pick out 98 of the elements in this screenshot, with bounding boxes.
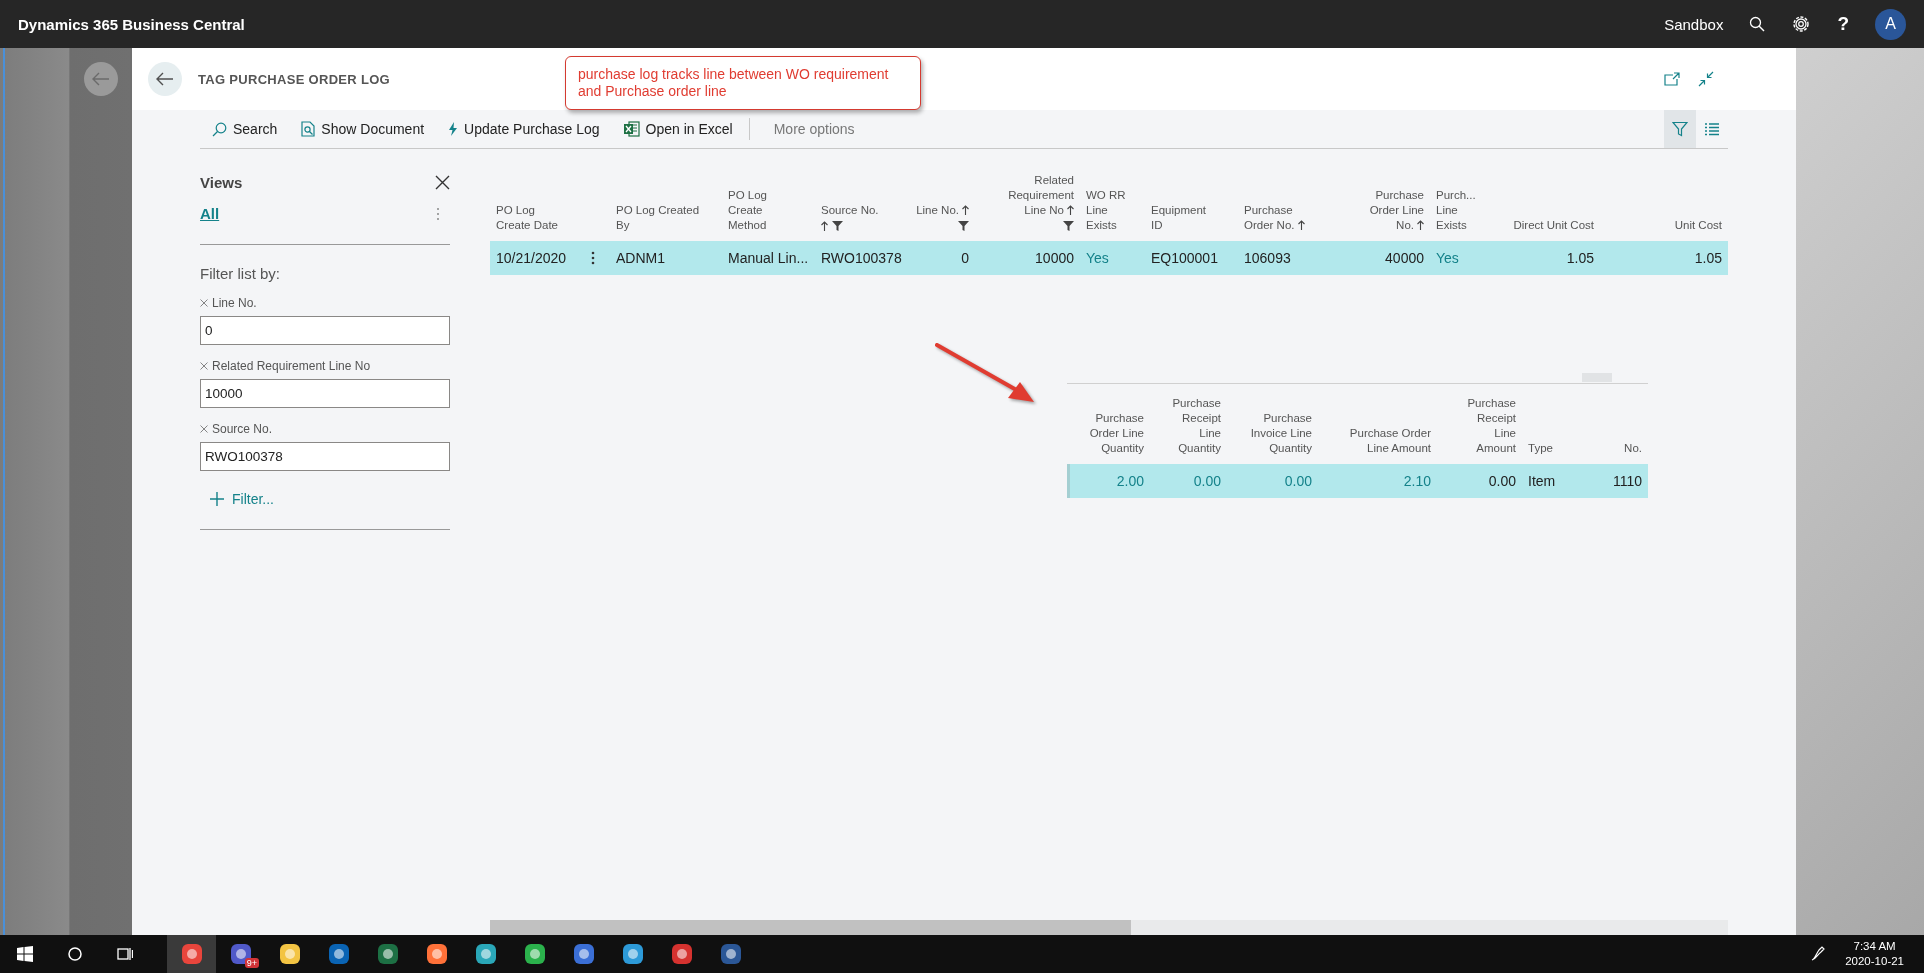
column-header[interactable]: Line No.	[905, 203, 975, 241]
document-search-icon	[301, 121, 316, 137]
column-header[interactable]: Purchase Order Line No.	[1335, 188, 1430, 241]
table-cell: ADNM1	[610, 241, 722, 275]
user-avatar[interactable]: A	[1875, 8, 1906, 40]
list-icon	[1704, 122, 1720, 136]
remove-filter-icon[interactable]	[200, 362, 208, 370]
views-heading: Views	[200, 173, 243, 191]
column-header[interactable]: PO Log Create Date	[490, 203, 585, 241]
filter-field[interactable]: RWO100378	[200, 442, 450, 471]
sort-ascending-icon	[1417, 220, 1424, 230]
more-options-button[interactable]: More options	[749, 110, 867, 148]
filter-pane-toggle[interactable]	[1664, 110, 1696, 148]
column-header[interactable]: WO RR Line Exists	[1080, 188, 1145, 241]
table-cell: Yes	[1430, 241, 1495, 275]
column-header[interactable]: Purch... Line Exists	[1430, 188, 1495, 241]
page-title: TAG PURCHASE ORDER LOG	[198, 71, 390, 87]
search-icon	[212, 121, 227, 137]
table-cell: 0.00	[1150, 464, 1227, 498]
filter-label: Related Requirement Line No	[212, 359, 371, 373]
sort-ascending-icon	[1297, 220, 1305, 230]
notification-badge: 9+	[244, 958, 259, 968]
back-button[interactable]	[148, 62, 182, 96]
table-cell: 40000	[1335, 241, 1430, 275]
annotation-callout: purchase log tracks line between WO requirement and Purchase order line	[565, 56, 921, 110]
column-header[interactable]: PO Log Created By	[610, 203, 722, 241]
column-header[interactable]: Purchase Order Line Quantity	[1067, 411, 1150, 464]
table-cell: Yes	[1080, 241, 1145, 275]
column-header[interactable]: Purchase Receipt Line Amount	[1437, 396, 1522, 464]
filter-icon	[832, 220, 843, 231]
windows-icon[interactable]	[17, 946, 33, 962]
sort-ascending-icon	[821, 220, 828, 231]
filter-icon	[958, 220, 969, 231]
filter-label: Line No.	[212, 296, 257, 310]
lightning-icon	[448, 122, 459, 136]
plus-icon	[210, 492, 224, 506]
search-icon[interactable]	[1749, 16, 1766, 32]
filter-field[interactable]: 0	[200, 316, 450, 345]
arrow-left-icon	[156, 72, 174, 86]
table-cell: 1110	[1575, 464, 1648, 498]
column-header[interactable]: Purchase Order No.	[1238, 203, 1335, 241]
column-header[interactable]: Source No.	[815, 203, 905, 241]
close-icon[interactable]	[435, 174, 450, 190]
table-cell: 1.05	[1495, 241, 1600, 275]
help-icon[interactable]: ?	[1837, 13, 1849, 35]
add-filter-button[interactable]: Filter...	[200, 491, 274, 507]
remove-filter-icon[interactable]	[200, 299, 208, 307]
table-cell: 0.00	[1437, 464, 1522, 498]
collapse-icon[interactable]	[1698, 71, 1714, 87]
column-header[interactable]: No.	[1575, 441, 1648, 464]
table-cell: Manual Lin...	[722, 241, 815, 275]
column-header[interactable]: Direct Unit Cost	[1495, 218, 1600, 241]
environment-name: Sandbox	[1664, 15, 1724, 33]
table-cell: EQ100001	[1145, 241, 1238, 275]
sort-ascending-icon	[962, 205, 969, 215]
open-new-window-icon[interactable]	[1664, 72, 1680, 86]
clock-time: 7:34 AM	[1853, 939, 1896, 954]
table-cell: 0.00	[1227, 464, 1318, 498]
spreadsheet-icon	[623, 121, 640, 137]
app-title: Dynamics 365 Business Central	[18, 15, 245, 33]
column-header[interactable]: Purchase Receipt Line Quantity	[1150, 396, 1227, 464]
table-cell: 2.00	[1067, 464, 1150, 498]
app-icon[interactable]	[473, 942, 498, 966]
filter-field[interactable]: 10000	[200, 379, 450, 408]
column-header[interactable]: PO Log Create Method	[722, 188, 815, 241]
settings-icon[interactable]	[1791, 14, 1812, 34]
row-menu-icon[interactable]	[591, 251, 595, 265]
clock-date: 2020-10-21	[1845, 954, 1904, 969]
action-button[interactable]: Search	[200, 110, 290, 148]
table-cell: 2.10	[1318, 464, 1437, 498]
table-cell: 10/21/2020	[490, 241, 585, 275]
column-header[interactable]: Equipment ID	[1145, 203, 1238, 241]
column-header[interactable]: Type	[1522, 441, 1575, 464]
column-header[interactable]: Unit Cost	[1600, 218, 1728, 241]
table-cell: 0	[905, 241, 975, 275]
filter-icon	[1672, 121, 1688, 137]
arrow-left-icon	[92, 72, 110, 86]
task-view-icon[interactable]	[117, 946, 133, 962]
table-cell: 10000	[975, 241, 1080, 275]
action-button[interactable]: Open in Excel	[611, 110, 745, 148]
table-cell: 106093	[1238, 241, 1335, 275]
filter-icon	[1063, 220, 1074, 231]
action-button[interactable]: Update Purchase Log	[436, 110, 612, 148]
column-header[interactable]: Related Requirement Line No	[975, 173, 1080, 241]
table-cell: Item	[1522, 464, 1575, 498]
remove-filter-icon[interactable]	[200, 425, 208, 433]
column-header[interactable]: Purchase Invoice Line Quantity	[1227, 411, 1318, 464]
filter-heading: Filter list by:	[200, 265, 281, 282]
app-icon[interactable]	[571, 942, 596, 966]
table-cell: 1.05	[1600, 241, 1728, 275]
view-link[interactable]: All	[200, 205, 220, 222]
action-button[interactable]: Show Document	[289, 110, 437, 148]
table-cell: RWO100378	[815, 241, 905, 275]
horizontal-scrollbar[interactable]	[490, 920, 1728, 935]
search-icon[interactable]	[67, 946, 83, 962]
column-header[interactable]: Purchase Order Line Amount	[1318, 426, 1437, 464]
filter-label: Source No.	[212, 422, 273, 436]
sort-ascending-icon	[1067, 205, 1074, 215]
